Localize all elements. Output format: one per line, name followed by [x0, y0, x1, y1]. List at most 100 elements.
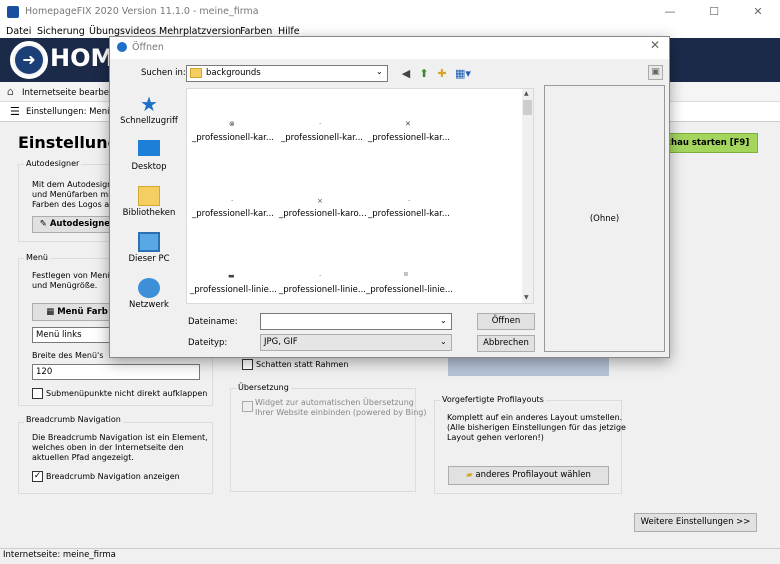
hamburger-menu-icon[interactable]: ☰	[10, 105, 20, 118]
breadcrumb-nav-desc-2: welches oben in der Internetseite den	[32, 443, 184, 452]
view-menu-icon[interactable]: ▦▾	[453, 67, 473, 80]
app-title: HomepageFIX 2020 Version 11.1.0 - meine_…	[25, 6, 259, 17]
open-button[interactable]: Öffnen	[477, 313, 535, 330]
menu-width-label: Breite des Menü's	[32, 351, 104, 360]
profile-layout-button[interactable]: ▰ anderes Profilayout wählen	[448, 466, 609, 485]
network-icon	[138, 278, 160, 298]
autodesigner-button-label: Autodesigner	[49, 219, 115, 229]
autodesigner-desc-2: und Menüfarben mit e	[32, 190, 121, 199]
menu-width-input[interactable]: 120	[32, 364, 200, 380]
up-folder-icon[interactable]: ⬆	[417, 67, 431, 80]
places-bar: ★ Schnellzugriff Desktop Bibliotheken Di…	[116, 88, 182, 318]
menu-desc-2: und Menügröße.	[32, 281, 98, 290]
place-desktop[interactable]: Desktop	[116, 140, 182, 172]
cancel-button[interactable]: Abbrechen	[477, 335, 535, 352]
libraries-icon	[138, 186, 160, 206]
file-thumbnail: ×	[317, 197, 323, 205]
place-libraries[interactable]: Bibliotheken	[116, 186, 182, 218]
dialog-close-icon[interactable]: ✕	[650, 38, 660, 52]
menu-sicherung[interactable]: Sicherung	[37, 26, 85, 37]
file-thumbnail: ıı	[404, 270, 408, 278]
file-item[interactable]: _professionell-karo...	[279, 209, 367, 219]
place-this-pc-label: Dieser PC	[128, 254, 170, 264]
chevron-down-icon[interactable]: ⌄	[440, 316, 447, 325]
back-icon[interactable]: ◀	[399, 67, 413, 80]
lookin-value: backgrounds	[206, 68, 261, 78]
file-item[interactable]: _professionell-kar...	[279, 133, 365, 143]
file-item[interactable]: _professionell-kar...	[366, 209, 452, 219]
profile-layouts-desc-3: Layout gehen verloren!)	[447, 433, 544, 442]
filetype-select[interactable]: JPG, GIF	[260, 334, 452, 351]
profile-layout-button-label: anderes Profilayout wählen	[475, 470, 591, 480]
home-icon[interactable]: ⌂	[7, 86, 18, 97]
chevron-down-icon[interactable]: ⌄	[440, 337, 447, 346]
place-libraries-label: Bibliotheken	[122, 208, 176, 218]
place-network[interactable]: Netzwerk	[116, 278, 182, 310]
translation-checkbox[interactable]	[242, 401, 253, 412]
place-desktop-label: Desktop	[131, 162, 167, 172]
dialog-title: Öffnen	[132, 42, 164, 53]
preview-toggle-icon[interactable]: ▣	[648, 65, 663, 80]
file-thumbnail: ·	[231, 197, 234, 205]
menu-datei[interactable]: Datei	[6, 26, 31, 37]
file-list	[186, 88, 534, 304]
lookin-label: Suchen in:	[141, 68, 186, 78]
place-quick-access[interactable]: ★ Schnellzugriff	[116, 94, 182, 126]
translation-title: Übersetzung	[236, 383, 291, 392]
translation-label-2: Ihrer Website einbinden (powered by Bing…	[255, 408, 427, 417]
place-quick-access-label: Schnellzugriff	[120, 116, 178, 126]
autodesigner-desc-3: Farben des Logos an	[32, 200, 115, 209]
file-list-scrollbar[interactable]	[522, 89, 533, 303]
menu-group-title: Menü	[24, 253, 50, 262]
scroll-down-icon[interactable]: ▼	[524, 294, 529, 301]
breadcrumb-nav-checkbox-label: Breadcrumb Navigation anzeigen	[46, 472, 180, 481]
file-item[interactable]: _professionell-linie...	[366, 285, 453, 295]
desktop-icon	[138, 140, 160, 156]
filename-label: Dateiname:	[188, 317, 238, 327]
maximize-button[interactable]: ☐	[692, 0, 736, 24]
file-item[interactable]: _professionell-kar...	[366, 133, 452, 143]
magic-wand-icon: ✎	[39, 219, 50, 229]
status-text: Internetseite: meine_firma	[3, 550, 116, 560]
chevron-down-icon[interactable]: ⌄	[376, 67, 383, 76]
palette-icon: ▦	[46, 307, 58, 317]
profile-layouts-desc-2: (Alle bisherigen Einstellungen für das j…	[447, 423, 626, 432]
file-item[interactable]: _professionell-linie...	[190, 285, 277, 295]
file-item[interactable]: _professionell-kar...	[190, 133, 276, 143]
dialog-titlebar	[110, 37, 669, 59]
logo-arrow-icon: ➜	[15, 46, 43, 74]
scroll-thumb[interactable]	[523, 100, 532, 115]
submenu-checkbox[interactable]	[32, 388, 43, 399]
file-thumbnail: ⊗	[229, 120, 235, 128]
status-bar	[0, 548, 780, 564]
shadow-checkbox[interactable]	[242, 359, 253, 370]
close-button[interactable]: ✕	[736, 0, 780, 24]
computer-icon	[138, 232, 160, 252]
file-thumbnail: ✕	[405, 120, 411, 128]
file-thumbnail: ·	[319, 272, 322, 280]
minimize-button[interactable]: —	[648, 0, 692, 24]
submenu-checkbox-label: Submenüpunkte nicht direkt aufklappen	[46, 389, 208, 398]
star-icon: ★	[140, 92, 158, 116]
profile-layouts-title: Vorgefertigte Profilayouts	[440, 395, 546, 404]
file-item[interactable]: _professionell-kar...	[190, 209, 276, 219]
folder-icon	[190, 68, 202, 78]
preview-placeholder: (Ohne)	[589, 214, 620, 224]
file-thumbnail: ▬	[228, 272, 235, 280]
file-item[interactable]: _professionell-linie...	[279, 285, 366, 295]
shadow-checkbox-label: Schatten statt Rahmen	[256, 360, 349, 369]
autodesigner-desc-1: Mit dem Autodesigner	[32, 180, 121, 189]
file-thumbnail: ·	[319, 120, 322, 128]
breadcrumb-nav-desc-1: Die Breadcrumb Navigation ist ein Elemen…	[32, 433, 208, 442]
place-this-pc[interactable]: Dieser PC	[116, 232, 182, 264]
file-thumbnail: ·	[408, 197, 411, 205]
filetype-label: Dateityp:	[188, 338, 228, 348]
breadcrumb-nav-checkbox[interactable]: ✓	[32, 471, 43, 482]
more-settings-button[interactable]: Weitere Einstellungen >>	[634, 513, 757, 532]
scroll-up-icon[interactable]: ▲	[524, 90, 529, 97]
folder-icon: ▰	[466, 470, 476, 480]
app-icon	[7, 6, 19, 18]
new-folder-icon[interactable]: ✚	[435, 67, 449, 80]
breadcrumb-nav-title: Breadcrumb Navigation	[24, 415, 123, 424]
filename-input[interactable]	[260, 313, 452, 330]
